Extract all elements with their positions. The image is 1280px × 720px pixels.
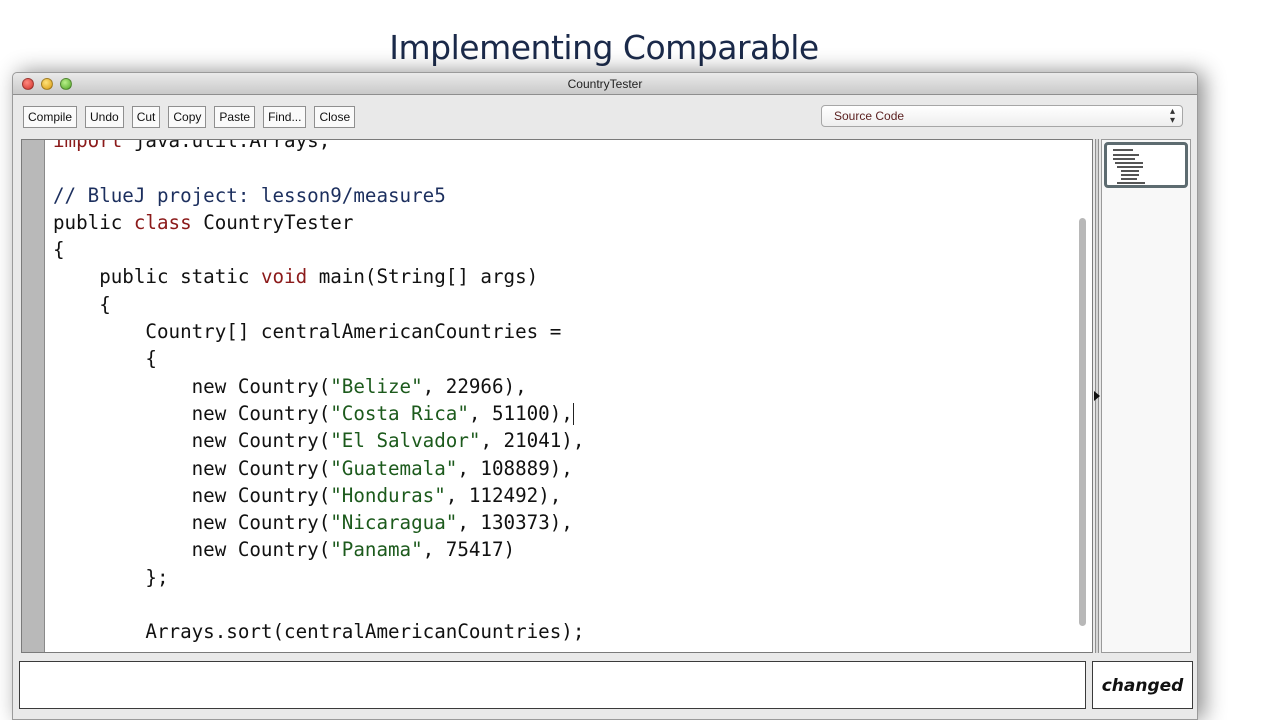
- keyword-token: void: [260, 265, 308, 289]
- code-token: , 108889),: [457, 456, 573, 480]
- code-token: new Country(: [53, 538, 331, 562]
- minimap-line: [1115, 162, 1143, 164]
- code-token: , 130373),: [457, 511, 573, 535]
- keyword-token: class: [133, 210, 192, 234]
- code-token: public static: [53, 265, 261, 289]
- view-selector[interactable]: Source Code ▴ ▾: [821, 105, 1183, 127]
- code-line[interactable]: {: [53, 291, 584, 318]
- code-line[interactable]: new Country("Guatemala", 108889),: [53, 455, 584, 482]
- code-token: new Country(: [53, 483, 331, 507]
- toolbar: Compile Undo Cut Copy Paste Find... Clos…: [23, 106, 356, 130]
- code-token: , 112492),: [445, 483, 562, 507]
- code-line[interactable]: new Country("Honduras", 112492),: [53, 482, 584, 509]
- code-token: public: [53, 210, 134, 234]
- code-token: {: [53, 238, 65, 262]
- text-cursor: [572, 403, 574, 426]
- code-token: new Country(: [53, 429, 331, 453]
- paste-button[interactable]: Paste: [214, 106, 256, 128]
- code-line[interactable]: [53, 591, 584, 618]
- code-token: main(String[] args): [307, 265, 539, 289]
- code-line[interactable]: };: [53, 564, 584, 591]
- string-token: "Honduras": [330, 483, 446, 507]
- slide-title: Implementing Comparable: [389, 28, 819, 67]
- updown-chevron-icon: ▴ ▾: [1169, 106, 1175, 126]
- string-token: "Guatemala": [330, 456, 458, 480]
- code-token: , 75417): [422, 538, 516, 562]
- bluej-editor-window: CountryTester Compile Undo Cut Copy Past…: [12, 72, 1198, 720]
- code-line[interactable]: public static void main(String[] args): [53, 263, 584, 290]
- string-token: "Costa Rica": [330, 401, 469, 425]
- code-token: new Country(: [53, 401, 331, 425]
- save-status-text: changed: [1101, 676, 1184, 696]
- string-token: "Panama": [330, 538, 423, 562]
- code-line[interactable]: [53, 154, 584, 181]
- minimap-line: [1121, 174, 1139, 176]
- minimap-line: [1117, 166, 1143, 168]
- code-line[interactable]: import java.util.Arrays;: [53, 139, 584, 154]
- vertical-scrollbar[interactable]: [1076, 218, 1088, 638]
- navigation-view[interactable]: [1101, 139, 1191, 653]
- code-line[interactable]: new Country("Panama", 75417): [53, 536, 584, 563]
- code-line[interactable]: new Country("Costa Rica", 51100),: [53, 400, 584, 427]
- code-line[interactable]: new Country("Belize", 22966),: [53, 373, 584, 400]
- string-token: "Belize": [330, 374, 423, 398]
- find-button[interactable]: Find...: [263, 106, 307, 128]
- code-token: java.util.Arrays;: [122, 139, 331, 152]
- code-line[interactable]: Arrays.sort(centralAmericanCountries);: [53, 618, 584, 645]
- code-token: CountryTester: [191, 210, 354, 234]
- minimap-line: [1113, 154, 1139, 156]
- code-token: new Country(: [53, 456, 331, 480]
- code-line[interactable]: new Country("El Salvador", 21041),: [53, 427, 585, 454]
- code-line[interactable]: public class CountryTester: [53, 209, 584, 236]
- copy-button[interactable]: Copy: [168, 106, 207, 128]
- minimap-line: [1117, 182, 1145, 184]
- undo-button[interactable]: Undo: [85, 106, 124, 128]
- save-status-badge: changed: [1092, 661, 1193, 709]
- code-token: Country[] centralAmericanCountries =: [53, 320, 562, 344]
- code-token: , 22966),: [422, 374, 527, 398]
- minimap-line: [1121, 170, 1139, 172]
- comment-token: // BlueJ project: lesson9/measure5: [53, 183, 446, 207]
- compile-button[interactable]: Compile: [23, 106, 78, 128]
- code-token: new Country(: [53, 511, 331, 535]
- code-editor[interactable]: import java.util.Arrays; // BlueJ projec…: [21, 139, 1093, 653]
- code-token: {: [53, 347, 157, 371]
- keyword-token: import: [53, 139, 123, 152]
- string-token: "Nicaragua": [330, 511, 458, 535]
- code-token: {: [53, 292, 111, 316]
- line-gutter: [22, 140, 45, 652]
- code-line[interactable]: {: [53, 345, 584, 372]
- expand-arrow-icon[interactable]: [1094, 391, 1100, 401]
- window-title: CountryTester: [567, 77, 643, 91]
- cut-button[interactable]: Cut: [131, 106, 161, 128]
- code-token: new Country(: [53, 374, 331, 398]
- code-line[interactable]: Country[] centralAmericanCountries =: [53, 318, 584, 345]
- title-bar[interactable]: CountryTester: [13, 73, 1197, 95]
- code-token: , 51100),: [468, 401, 573, 425]
- minimap-line: [1113, 149, 1133, 151]
- code-line[interactable]: // BlueJ project: lesson9/measure5: [53, 182, 584, 209]
- close-button[interactable]: Close: [314, 106, 356, 128]
- code-token: Arrays.sort(centralAmericanCountries);: [53, 620, 585, 644]
- scrollbar-thumb[interactable]: [1079, 218, 1086, 626]
- navigation-viewport[interactable]: [1104, 142, 1188, 188]
- view-selector-value: Source Code: [834, 109, 905, 123]
- minimap-line: [1121, 178, 1137, 180]
- code-token: , 21041),: [480, 429, 585, 453]
- source-code[interactable]: import java.util.Arrays; // BlueJ projec…: [53, 139, 585, 646]
- code-line[interactable]: {: [53, 236, 584, 263]
- code-line[interactable]: new Country("Nicaragua", 130373),: [53, 509, 584, 536]
- string-token: "El Salvador": [330, 429, 481, 453]
- minimap-line: [1113, 158, 1135, 160]
- code-token: };: [53, 565, 169, 589]
- message-area: [19, 661, 1086, 709]
